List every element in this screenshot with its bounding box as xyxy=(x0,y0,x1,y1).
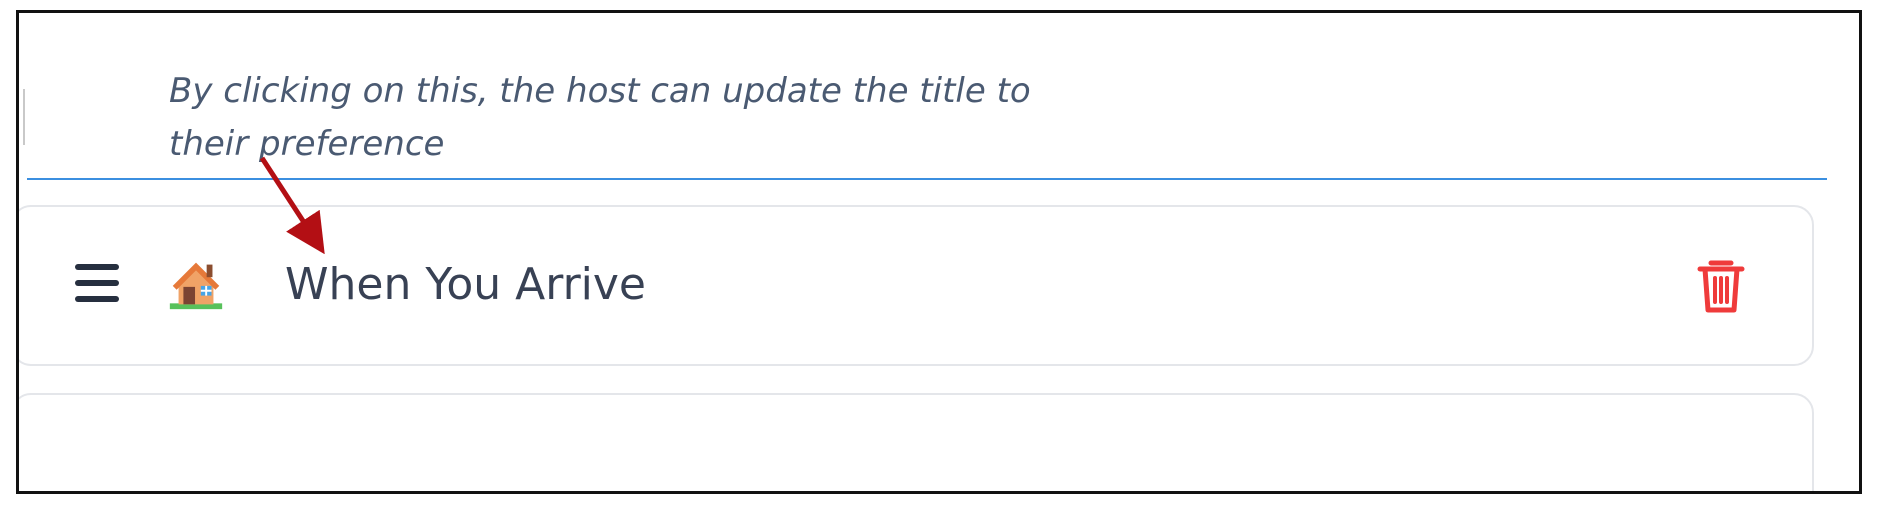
house-emoji-icon xyxy=(169,262,223,310)
annotation-line-1: By clicking on this, the host can update… xyxy=(169,71,1031,111)
section-card-when-you-arrive[interactable]: When You Arrive xyxy=(19,205,1814,366)
annotation-line-2: their preference xyxy=(169,124,445,164)
section-card-next[interactable] xyxy=(19,393,1814,491)
trash-icon[interactable] xyxy=(1693,255,1749,315)
hamburger-menu-icon[interactable] xyxy=(75,262,119,304)
text-cursor-mark xyxy=(23,89,25,145)
screenshot-frame: By clicking on this, the host can update… xyxy=(16,10,1862,494)
annotation-note: By clicking on this, the host can update… xyxy=(169,65,1129,171)
drop-indicator-line xyxy=(27,178,1827,180)
section-title[interactable]: When You Arrive xyxy=(285,253,646,317)
